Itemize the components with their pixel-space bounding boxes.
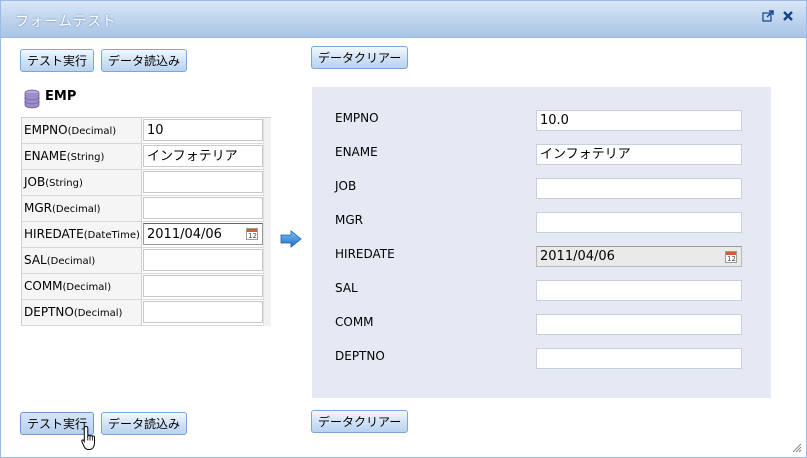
data-load-button[interactable]: データ読込み (101, 49, 188, 72)
field-label: DEPTNO (335, 349, 385, 363)
close-icon[interactable] (781, 10, 795, 24)
hand-cursor-icon (81, 425, 95, 450)
grid-field-value[interactable]: 10 (143, 119, 263, 141)
job-input[interactable] (536, 178, 742, 199)
field-label: SAL (335, 281, 358, 295)
grid-field-value[interactable] (143, 249, 263, 271)
field-label: HIREDATE (335, 247, 395, 261)
form-panel: EMPNO 10.0 ENAME インフォテリア JOB MGR HIREDAT… (312, 87, 771, 398)
field-label: ENAME (335, 145, 378, 159)
grid-scrollbar[interactable] (263, 118, 271, 326)
field-label: EMPNO (335, 111, 379, 125)
database-icon (24, 89, 40, 109)
empno-input[interactable]: 10.0 (536, 110, 742, 131)
grid-field-name: DEPTNO(Decimal) (22, 300, 142, 325)
grid-field-name: SAL(Decimal) (22, 248, 142, 273)
grid-row: SAL(Decimal) (22, 248, 271, 274)
grid-field-value[interactable] (143, 275, 263, 297)
grid-row: JOB(String) (22, 170, 271, 196)
grid-field-name: JOB(String) (22, 170, 142, 195)
field-label: MGR (335, 213, 363, 227)
resize-grip-icon[interactable] (792, 443, 802, 453)
field-label: COMM (335, 315, 374, 329)
grid-field-value[interactable] (143, 301, 263, 323)
comm-input[interactable] (536, 314, 742, 335)
data-clear-button-bottom[interactable]: データクリアー (311, 410, 409, 433)
popout-icon[interactable] (761, 10, 775, 24)
form-window: フォームテスト テスト実行 データ読込み データクリアー EMP EMPNO(D… (0, 0, 807, 458)
data-load-button-bottom[interactable]: データ読込み (101, 412, 188, 435)
grid-field-name: MGR(Decimal) (22, 196, 142, 221)
data-clear-button[interactable]: データクリアー (311, 46, 409, 69)
test-run-button[interactable]: テスト実行 (20, 49, 95, 72)
property-grid: EMPNO(Decimal) 10 ENAME(String) インフォテリア … (21, 117, 271, 326)
grid-field-name: HIREDATE(DateTime) (22, 222, 142, 247)
grid-field-name: EMPNO(Decimal) (22, 118, 142, 143)
field-label: JOB (335, 179, 357, 193)
mgr-input[interactable] (536, 212, 742, 233)
grid-row: COMM(Decimal) (22, 274, 271, 300)
grid-field-name: COMM(Decimal) (22, 274, 142, 299)
grid-field-value[interactable]: インフォテリア (143, 145, 263, 167)
grid-date-field[interactable]: 2011/04/06 (143, 223, 263, 245)
ename-input[interactable]: インフォテリア (536, 144, 742, 165)
grid-row: DEPTNO(Decimal) (22, 300, 271, 326)
grid-field-value[interactable] (143, 171, 263, 193)
grid-field-value[interactable] (143, 197, 263, 219)
window-titlebar[interactable]: フォームテスト (1, 1, 806, 38)
hiredate-input[interactable]: 2011/04/06 (536, 246, 742, 267)
calendar-icon[interactable]: 12 (246, 228, 258, 240)
grid-field-name: ENAME(String) (22, 144, 142, 169)
grid-row: EMPNO(Decimal) 10 (22, 118, 271, 144)
calendar-icon[interactable]: 12 (725, 251, 737, 263)
right-arrow-icon (280, 230, 302, 248)
deptno-input[interactable] (536, 348, 742, 369)
grid-row: MGR(Decimal) (22, 196, 271, 222)
sal-input[interactable] (536, 280, 742, 301)
window-title: フォームテスト (15, 14, 117, 30)
grid-row: ENAME(String) インフォテリア (22, 144, 271, 170)
table-name: EMP (45, 89, 77, 104)
grid-row: HIREDATE(DateTime) 2011/04/06 12 (22, 222, 271, 248)
